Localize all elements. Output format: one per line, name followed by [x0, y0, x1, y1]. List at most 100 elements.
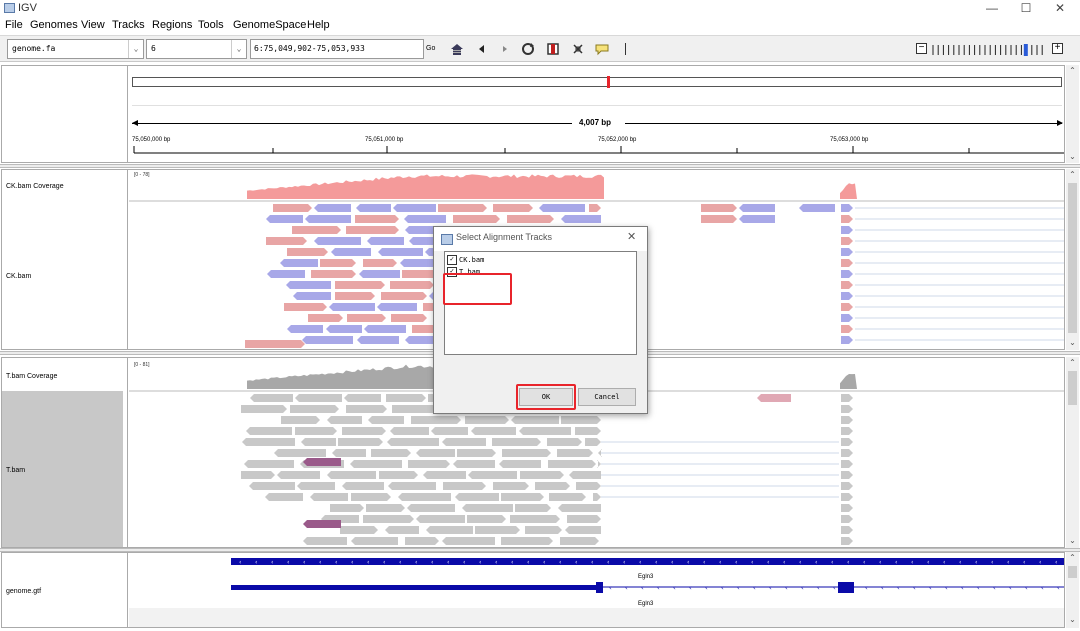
- menu-help[interactable]: Help: [307, 19, 330, 31]
- ruler-arrow-right-icon: [1057, 120, 1063, 126]
- aligned-read: [326, 325, 362, 333]
- scroll-up-icon[interactable]: ⌃: [1066, 357, 1079, 369]
- popup-icon[interactable]: [594, 41, 610, 57]
- panel-divider[interactable]: [0, 164, 1080, 168]
- feature-panel: genome.gtf ‹ ‹ ‹ ‹ ‹ ‹ ‹ ‹ ‹ ‹ ‹ ‹ ‹ ‹ ‹ ‹ ‹ ‹ ‹ ‹ ‹ ‹ ‹ ‹ ‹ ‹ ‹ ‹ ‹…: [1, 552, 1065, 628]
- strand-arrow-icon: ‹: [751, 559, 753, 566]
- aligned-read: [701, 215, 737, 223]
- aligned-read: [548, 460, 596, 468]
- scroll-up-icon[interactable]: ⌃: [1066, 169, 1079, 181]
- strand-arrow-icon: ‹: [833, 584, 836, 592]
- strand-arrow-icon: ‹: [927, 559, 929, 566]
- t-coverage-track-name[interactable]: T.bam Coverage: [6, 373, 57, 380]
- aligned-read: [539, 204, 585, 212]
- genome-dropdown[interactable]: genome.fa ⌄: [7, 39, 144, 59]
- menu-tracks[interactable]: Tracks: [112, 19, 145, 31]
- strand-arrow-icon: ‹: [991, 559, 993, 566]
- strand-arrow-icon: ‹: [1007, 559, 1009, 566]
- strand-arrow-icon: ‹: [817, 584, 820, 592]
- gene-exon: [838, 582, 854, 593]
- aligned-read: [332, 449, 366, 457]
- forward-icon[interactable]: [497, 41, 513, 57]
- menu-view[interactable]: View: [81, 19, 105, 31]
- zoom-out-button[interactable]: −: [916, 43, 927, 54]
- ruler-span-line-right: [625, 123, 1062, 124]
- close-button[interactable]: ✕: [1045, 0, 1075, 17]
- strand-arrow-icon: ‹: [1025, 584, 1028, 592]
- aligned-read: [367, 237, 404, 245]
- scroll-down-icon[interactable]: ⌄: [1066, 151, 1079, 163]
- aligned-read: [371, 449, 411, 457]
- ck-scroll-thumb[interactable]: [1068, 183, 1077, 333]
- gene-track-view[interactable]: ‹ ‹ ‹ ‹ ‹ ‹ ‹ ‹ ‹ ‹ ‹ ‹ ‹ ‹ ‹ ‹ ‹ ‹ ‹ ‹ ‹ ‹ ‹ ‹ ‹ ‹ ‹ ‹ ‹ ‹ ‹ ‹ ‹ ‹ ‹ ‹ ‹ ‹ ‹ ‹…: [129, 553, 1064, 627]
- aligned-read: [301, 438, 336, 446]
- title-bar: IGV — ☐ ✕: [0, 0, 1080, 17]
- t-scroll-thumb[interactable]: [1068, 371, 1077, 405]
- strand-arrow-icon: ‹: [639, 559, 641, 566]
- aligned-read: [308, 314, 343, 322]
- chromosome-dropdown[interactable]: 6 ⌄: [146, 39, 247, 59]
- aligned-read: [841, 336, 853, 344]
- aligned-read: [246, 427, 292, 435]
- scroll-down-icon[interactable]: ⌄: [1066, 535, 1079, 547]
- maximize-button[interactable]: ☐: [1011, 0, 1041, 17]
- dialog-close-icon[interactable]: ✕: [627, 230, 636, 243]
- ruler-tick-label: 75,053,000 bp: [830, 137, 869, 143]
- strand-arrow-icon: ‹: [287, 559, 289, 566]
- aligned-read: [467, 515, 506, 523]
- track-option-ck-bam[interactable]: ✓ CK.bam: [447, 254, 484, 266]
- strand-arrow-icon: ‹: [1055, 559, 1057, 566]
- feature-scrollbar[interactable]: ⌃ ⌄: [1066, 552, 1079, 628]
- chromosome-ideogram[interactable]: [132, 77, 1062, 87]
- menu-genomes[interactable]: Genomes: [30, 19, 78, 31]
- aligned-read: [266, 215, 303, 223]
- t-scrollbar[interactable]: ⌃ ⌄: [1066, 357, 1079, 548]
- aligned-read: [525, 526, 562, 534]
- minimize-button[interactable]: —: [977, 0, 1007, 17]
- ck-coverage-track-name[interactable]: CK.bam Coverage: [6, 183, 64, 190]
- ruler-scrollbar[interactable]: ⌃ ⌄: [1066, 65, 1079, 163]
- aligned-read: [398, 493, 451, 501]
- zoom-in-button[interactable]: +: [1052, 43, 1063, 54]
- ck-bam-track-name[interactable]: CK.bam: [6, 273, 31, 280]
- zoom-slider[interactable]: [931, 44, 1049, 56]
- menu-file[interactable]: File: [5, 19, 23, 31]
- strand-arrow-icon: ‹: [863, 559, 865, 566]
- cancel-button[interactable]: Cancel: [578, 388, 636, 406]
- scroll-down-icon[interactable]: ⌄: [1066, 337, 1079, 349]
- menu-regions[interactable]: Regions: [152, 19, 192, 31]
- menu-tools[interactable]: Tools: [198, 19, 224, 31]
- resize-icon[interactable]: [570, 41, 586, 57]
- refresh-icon[interactable]: [520, 41, 536, 57]
- aligned-read: [292, 226, 341, 234]
- strand-arrow-icon: ‹: [559, 559, 561, 566]
- scroll-down-icon[interactable]: ⌄: [1066, 614, 1079, 626]
- aligned-read: [405, 537, 439, 545]
- gtf-track-name[interactable]: genome.gtf: [6, 588, 41, 595]
- strand-arrow-icon: ‹: [303, 559, 305, 566]
- aligned-read: [331, 248, 371, 256]
- aligned-read: [368, 416, 404, 424]
- strand-arrow-icon: ‹: [1041, 584, 1044, 592]
- aligned-read: [338, 438, 383, 446]
- aligned-read: [391, 314, 427, 322]
- back-icon[interactable]: [474, 41, 490, 57]
- go-button[interactable]: Go: [426, 45, 435, 52]
- aligned-read: [327, 471, 376, 479]
- strand-arrow-icon: ‹: [831, 559, 833, 566]
- feature-scroll-thumb[interactable]: [1068, 566, 1077, 578]
- locus-input[interactable]: 6:75,049,902-75,053,933: [250, 39, 424, 59]
- aligned-read: [841, 237, 853, 245]
- ck-scrollbar[interactable]: ⌃ ⌄: [1066, 169, 1079, 350]
- checkbox-ck-bam[interactable]: ✓: [447, 255, 457, 265]
- aligned-read: [387, 438, 439, 446]
- aligned-read: [359, 270, 400, 278]
- menu-genomespace[interactable]: GenomeSpace: [233, 19, 306, 31]
- scroll-up-icon[interactable]: ⌃: [1066, 552, 1079, 564]
- home-icon[interactable]: [449, 41, 465, 57]
- aligned-read: [295, 394, 342, 402]
- t-bam-track-name[interactable]: T.bam: [6, 467, 25, 474]
- gene-label: Egln3: [638, 601, 654, 607]
- roi-icon[interactable]: [545, 41, 561, 57]
- scroll-up-icon[interactable]: ⌃: [1066, 65, 1079, 77]
